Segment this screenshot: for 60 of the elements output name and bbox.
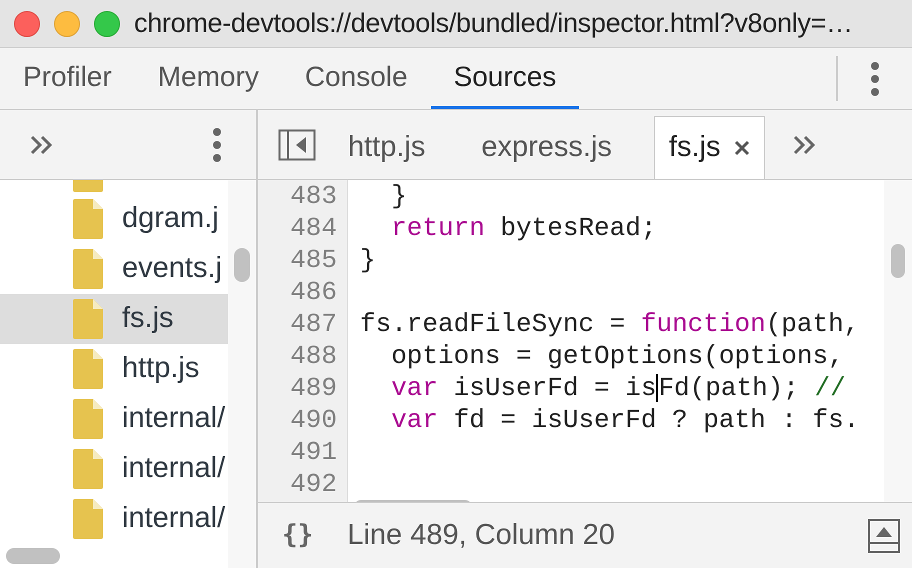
chevrons-icon[interactable]: [793, 134, 818, 154]
code-text: Fd(path);: [658, 372, 800, 404]
code-text: fd = isUserFd ? path : fs.: [452, 404, 860, 436]
line-number: 486: [289, 276, 337, 308]
code-text: options = getOptions(options,: [391, 340, 844, 372]
panel-tab[interactable]: Profiler: [0, 48, 135, 109]
file-icon: [73, 249, 103, 289]
line-number: 490: [289, 404, 337, 436]
code-keyword: var: [391, 404, 438, 436]
panel-tab[interactable]: Memory: [134, 48, 282, 109]
file-icon: [73, 199, 103, 239]
pretty-print-button[interactable]: {}: [282, 516, 314, 555]
vertical-scrollbar-thumb[interactable]: [891, 244, 905, 278]
code-text: (path,: [766, 308, 860, 340]
file-tree-item[interactable]: internal/: [0, 394, 228, 444]
file-icon: [73, 499, 103, 539]
line-number: 492: [289, 468, 337, 500]
code-text: isUserFd = is: [452, 372, 656, 404]
file-icon: [73, 399, 103, 439]
close-window-icon[interactable]: [14, 10, 40, 36]
line-number: 487: [289, 308, 337, 340]
file-icon: [73, 180, 103, 192]
file-tree-item[interactable]: fs.js: [0, 294, 228, 344]
line-number: 484: [289, 212, 337, 244]
sidebar-toggle-icon[interactable]: [278, 128, 316, 160]
code-comment: //: [814, 372, 846, 404]
editor-tab[interactable]: fs.js: [654, 116, 766, 179]
file-tree-item[interactable]: events.j: [0, 244, 228, 294]
vertical-scrollbar-thumb[interactable]: [234, 248, 250, 282]
code-keyword: function: [640, 308, 766, 340]
cursor-position: Line 489, Column 20: [347, 518, 615, 553]
line-number: 489: [289, 372, 337, 404]
line-number: 483: [289, 180, 337, 212]
file-tree-item[interactable]: internal/: [0, 444, 228, 494]
text-cursor: [656, 374, 658, 402]
file-tree-item[interactable]: dgram.j: [0, 194, 228, 244]
editor-tab[interactable]: express.js: [467, 116, 626, 179]
more-options-icon[interactable]: [213, 128, 221, 162]
file-tree-item[interactable]: http.js: [0, 344, 228, 394]
panel-tab[interactable]: Console: [282, 48, 431, 109]
file-icon: [73, 449, 103, 489]
more-options-icon[interactable]: [871, 62, 879, 96]
code-text: bytesRead;: [499, 212, 656, 244]
code-keyword: var: [391, 372, 438, 404]
code-text: fs.readFileSync =: [360, 308, 626, 340]
code-keyword: return: [391, 212, 485, 244]
line-number: 491: [289, 436, 337, 468]
line-number: 485: [289, 244, 337, 276]
file-icon: [73, 349, 103, 389]
file-icon: [73, 299, 103, 339]
chevrons-icon[interactable]: [30, 134, 54, 154]
window-title: chrome-devtools://devtools/bundled/inspector.html?v8only=…: [134, 7, 853, 40]
code-text: }: [360, 244, 376, 276]
drawer-toggle-icon[interactable]: [868, 518, 900, 552]
line-number: 488: [289, 340, 337, 372]
editor-tab[interactable]: http.js: [334, 116, 440, 179]
close-icon[interactable]: [734, 140, 750, 156]
code-text: }: [391, 180, 407, 212]
horizontal-scrollbar-thumb[interactable]: [6, 548, 60, 564]
file-tree-item[interactable]: internal/: [0, 494, 228, 544]
